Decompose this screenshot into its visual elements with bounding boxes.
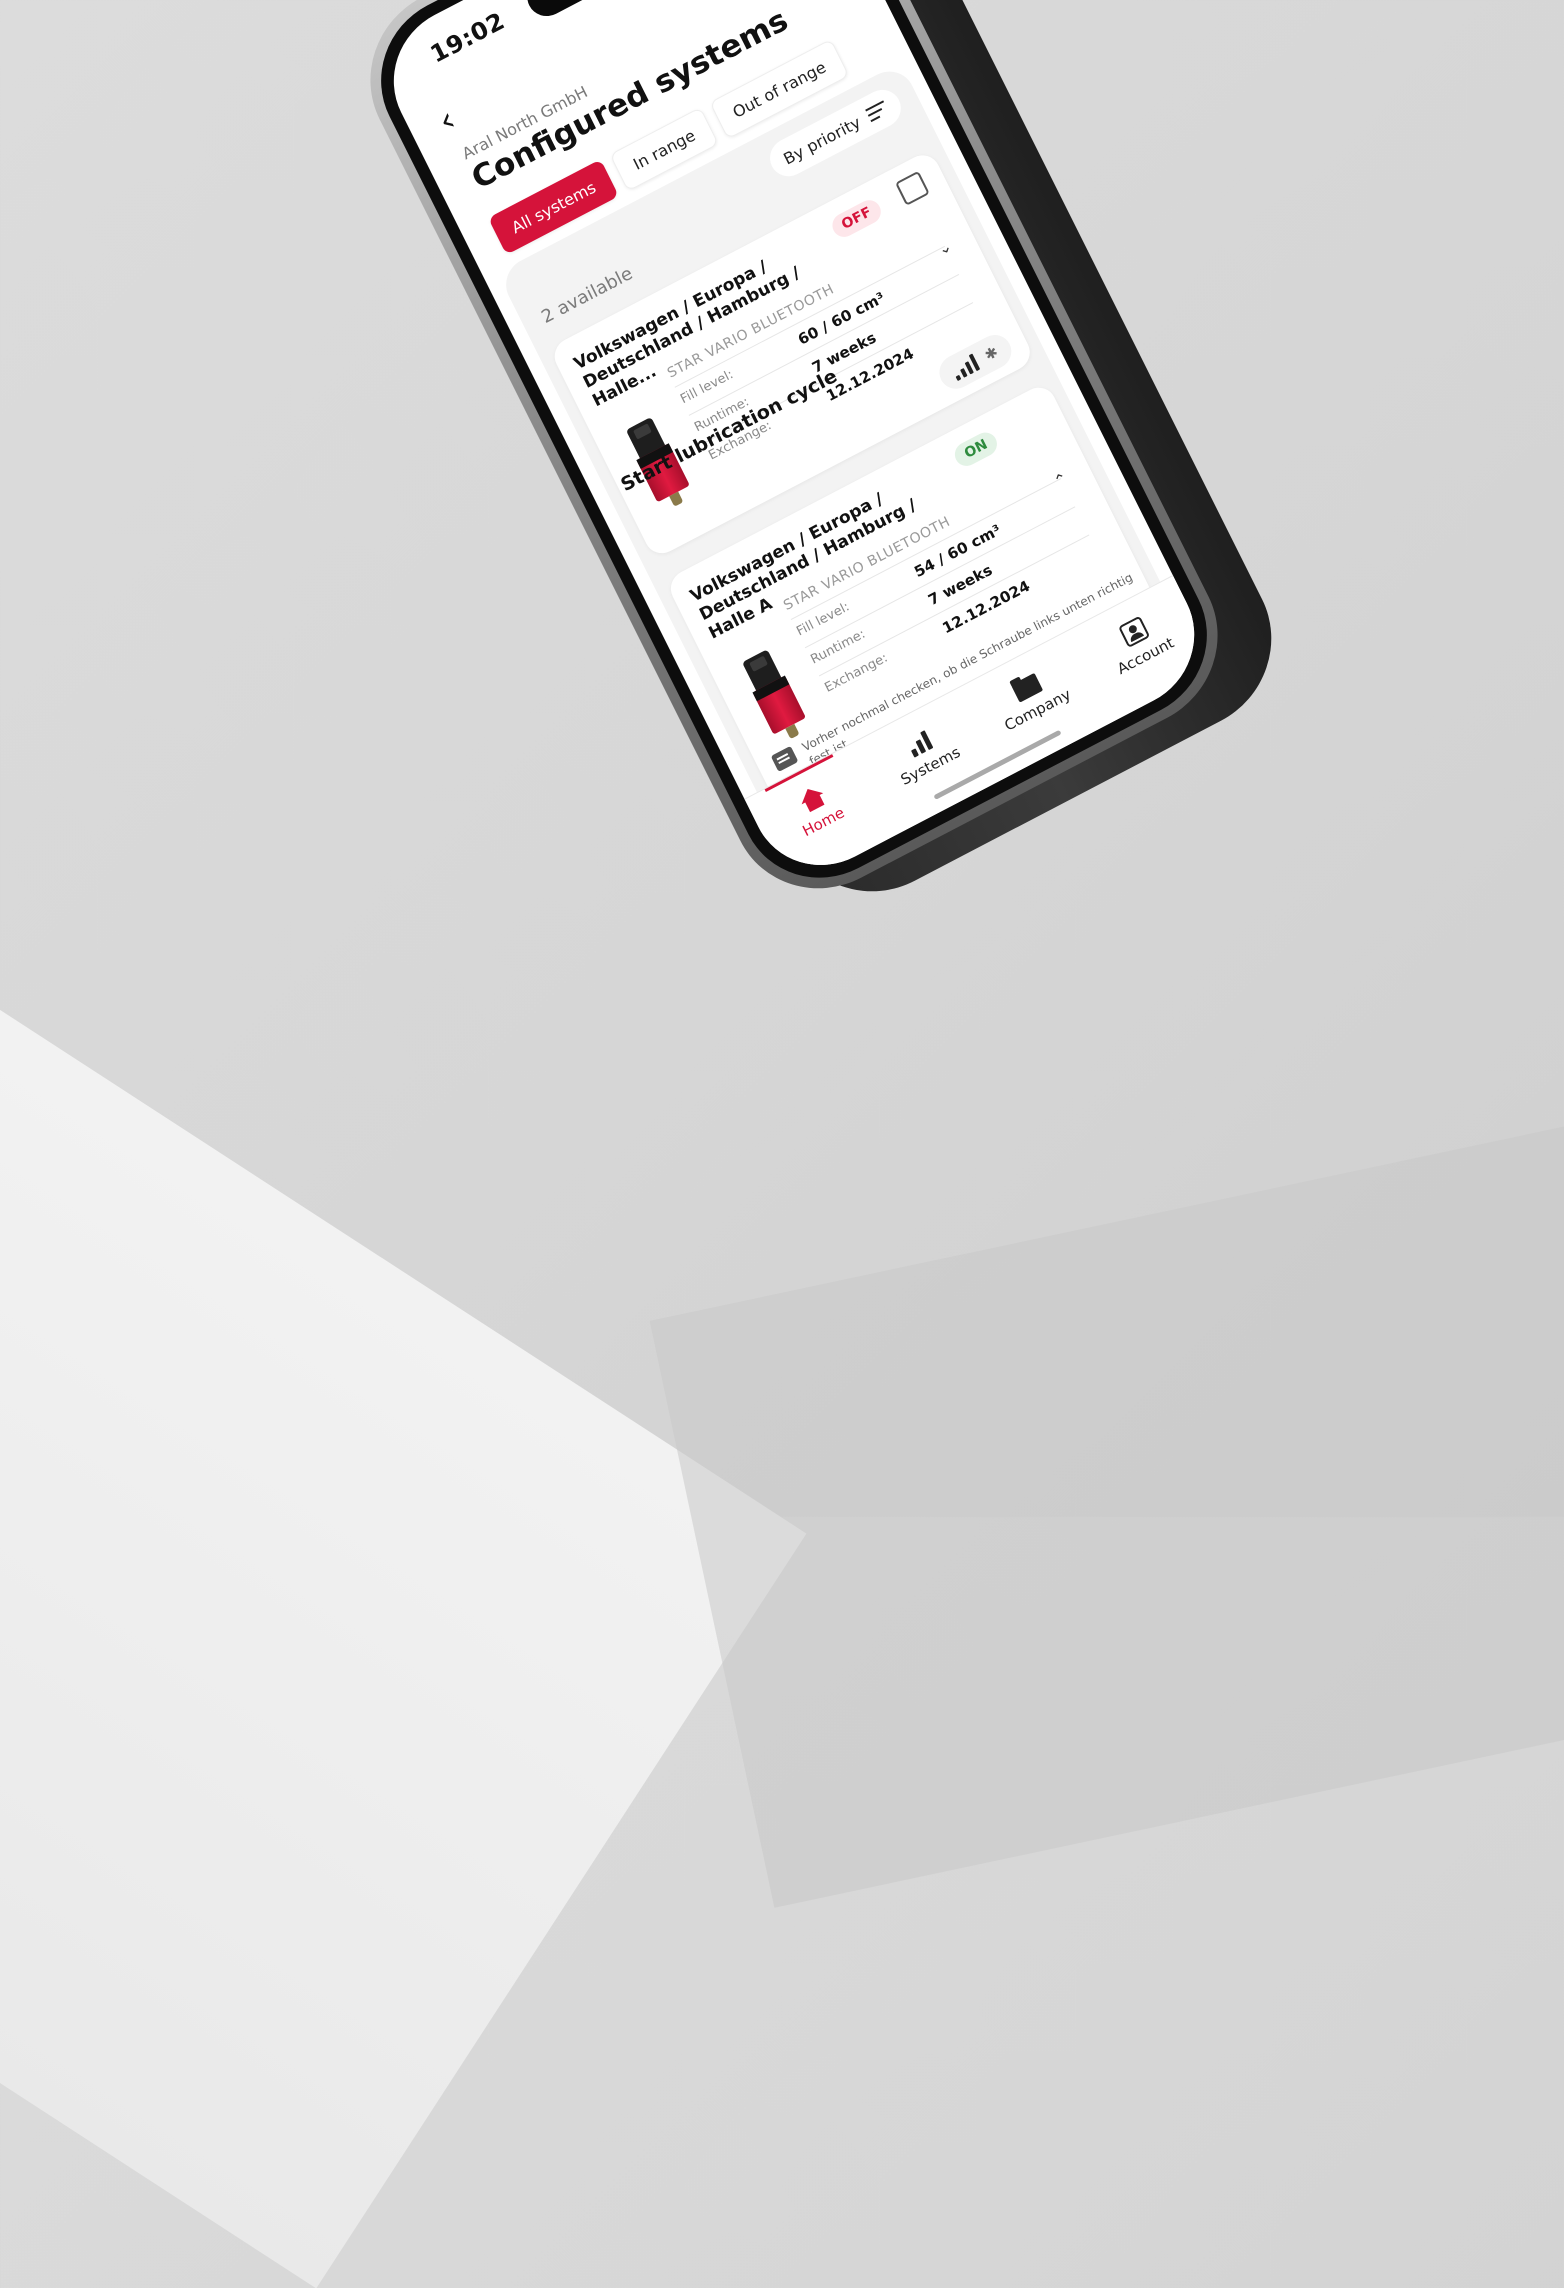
status-badge-on: ON	[951, 428, 1001, 470]
tab-label: Account	[1114, 633, 1177, 678]
background-shadow	[649, 1092, 1564, 1908]
sort-icon	[865, 100, 889, 123]
account-icon	[1117, 615, 1150, 649]
lubricator-image	[735, 645, 816, 748]
background-surface	[0, 880, 807, 2288]
note-icon	[770, 745, 799, 772]
home-icon	[796, 784, 827, 815]
select-checkbox[interactable]	[895, 170, 930, 206]
phone-scene: 19:02 ‹ Aral North GmbH Configured syste…	[340, 0, 1302, 924]
status-badge-off: OFF	[828, 196, 885, 242]
status-time: 19:02	[425, 6, 510, 69]
bar-chart-icon	[905, 728, 934, 758]
tab-label: Systems	[897, 743, 964, 789]
sort-label: By priority	[780, 112, 864, 169]
bluetooth-icon: ✱	[981, 342, 1001, 365]
chevron-left-icon[interactable]: ‹	[432, 95, 480, 142]
signal-strength-icon	[950, 353, 981, 381]
